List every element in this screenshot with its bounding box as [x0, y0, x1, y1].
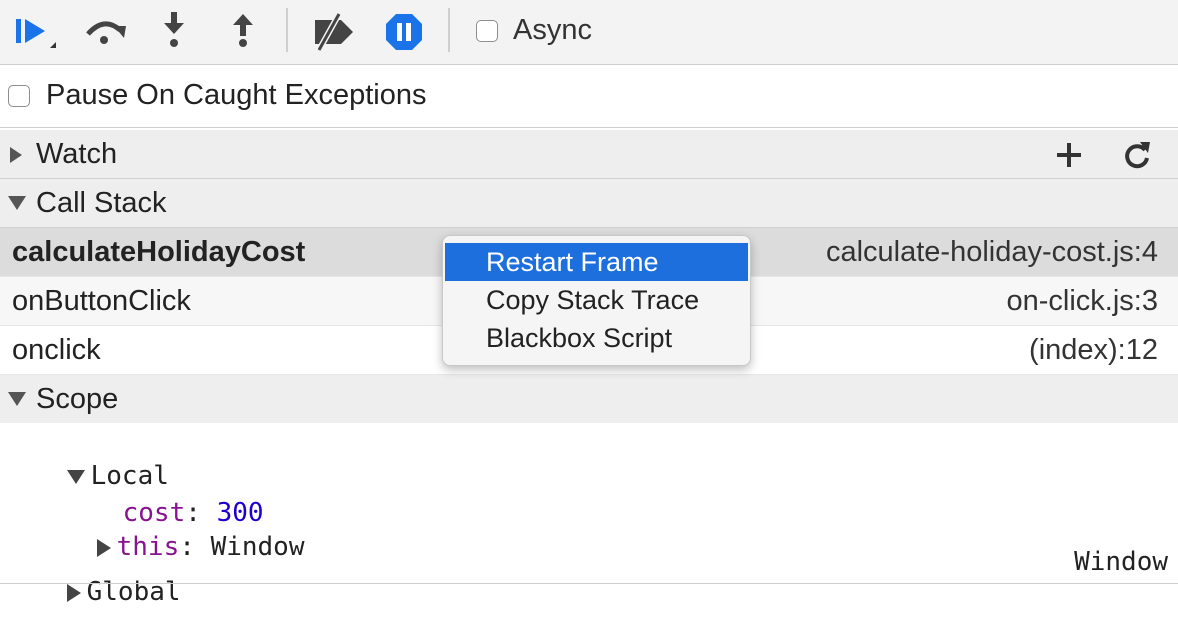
global-scope-node[interactable]: Global — [4, 547, 181, 637]
resume-icon — [16, 19, 56, 48]
step-over-button[interactable] — [84, 12, 126, 52]
toolbar-separator — [448, 8, 450, 52]
step-into-icon — [164, 12, 184, 47]
step-over-icon — [86, 21, 126, 44]
step-out-icon — [233, 14, 253, 47]
call-frame-location[interactable]: calculate-holiday-cost.js:4 — [826, 236, 1158, 269]
step-into-button[interactable] — [155, 12, 195, 52]
refresh-icon — [1125, 142, 1150, 169]
collapsed-arrow-icon — [66, 583, 81, 602]
watch-section-header[interactable]: Watch — [0, 130, 1178, 179]
scope-tree: Local cost: 300 this: Window Global Wind… — [0, 423, 1178, 607]
scope-section-header[interactable]: Scope — [0, 375, 1178, 424]
expanded-arrow-icon — [8, 392, 26, 406]
debugger-toolbar: Async — [0, 0, 1178, 65]
pause-icon — [386, 14, 422, 50]
call-frame-location[interactable]: (index):12 — [1029, 334, 1158, 367]
step-out-button[interactable] — [224, 12, 264, 52]
pause-on-caught-row: Pause On Caught Exceptions — [0, 65, 1178, 128]
call-stack-title: Call Stack — [36, 187, 167, 219]
call-frame-name: onclick — [12, 334, 101, 366]
restart-frame-menu-item[interactable]: Restart Frame — [445, 243, 748, 281]
collapsed-arrow-icon — [10, 147, 22, 163]
pause-on-exceptions-button[interactable] — [384, 12, 424, 52]
property-separator: : — [179, 532, 211, 562]
expanded-arrow-icon — [8, 196, 26, 210]
blackbox-script-menu-item[interactable]: Blackbox Script — [445, 319, 748, 357]
global-scope-value: Window — [1074, 547, 1168, 577]
divider — [0, 583, 1178, 584]
watch-title: Watch — [36, 138, 118, 170]
property-value: Window — [210, 532, 305, 562]
add-watch-button[interactable] — [1052, 138, 1086, 172]
plus-icon — [1057, 143, 1081, 167]
refresh-watch-button[interactable] — [1120, 138, 1154, 172]
async-label: Async — [513, 14, 592, 46]
deactivate-breakpoints-button[interactable] — [309, 12, 353, 52]
pause-on-caught-label: Pause On Caught Exceptions — [46, 79, 427, 111]
async-checkbox[interactable] — [476, 20, 498, 42]
copy-stack-trace-menu-item[interactable]: Copy Stack Trace — [445, 281, 748, 319]
pause-on-caught-checkbox[interactable] — [8, 85, 30, 107]
resume-button[interactable] — [14, 12, 56, 52]
scope-title: Scope — [36, 383, 119, 415]
breakpoints-off-icon — [315, 12, 353, 52]
call-frame-name: onButtonClick — [12, 285, 191, 317]
call-stack-section-header[interactable]: Call Stack — [0, 179, 1178, 228]
context-menu: Restart Frame Copy Stack Trace Blackbox … — [442, 235, 751, 366]
toolbar-separator — [286, 8, 288, 52]
global-scope-label: Global — [86, 577, 181, 607]
call-frame-name: calculateHolidayCost — [12, 236, 306, 268]
call-frame-location[interactable]: on-click.js:3 — [1007, 285, 1159, 318]
